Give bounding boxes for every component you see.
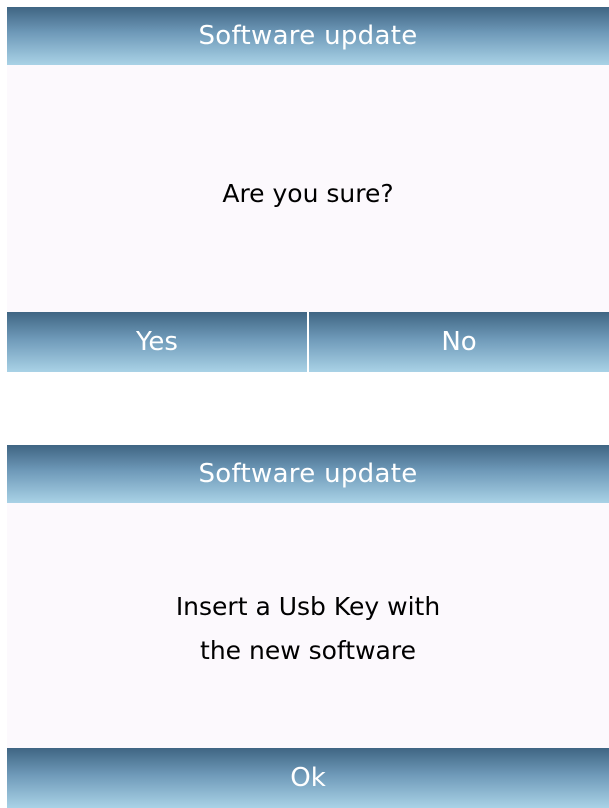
no-button[interactable]: No [309, 312, 609, 372]
yes-button[interactable]: Yes [7, 312, 309, 372]
ok-button-row: Ok [7, 748, 609, 808]
dialog-title: Software update [7, 7, 609, 65]
insert-message-line1: Insert a Usb Key with [175, 592, 441, 621]
confirm-message: Are you sure? [222, 179, 394, 208]
ok-button[interactable]: Ok [7, 748, 609, 808]
dialog-title: Software update [7, 445, 609, 503]
confirm-button-row: Yes No [7, 312, 609, 372]
confirm-dialog: Software update Are you sure? Yes No [7, 7, 609, 372]
insert-message: Insert a Usb Key with the new software [7, 585, 609, 673]
insert-usb-dialog: Software update Insert a Usb Key with th… [7, 445, 609, 808]
insert-message-line2: the new software [200, 636, 416, 665]
